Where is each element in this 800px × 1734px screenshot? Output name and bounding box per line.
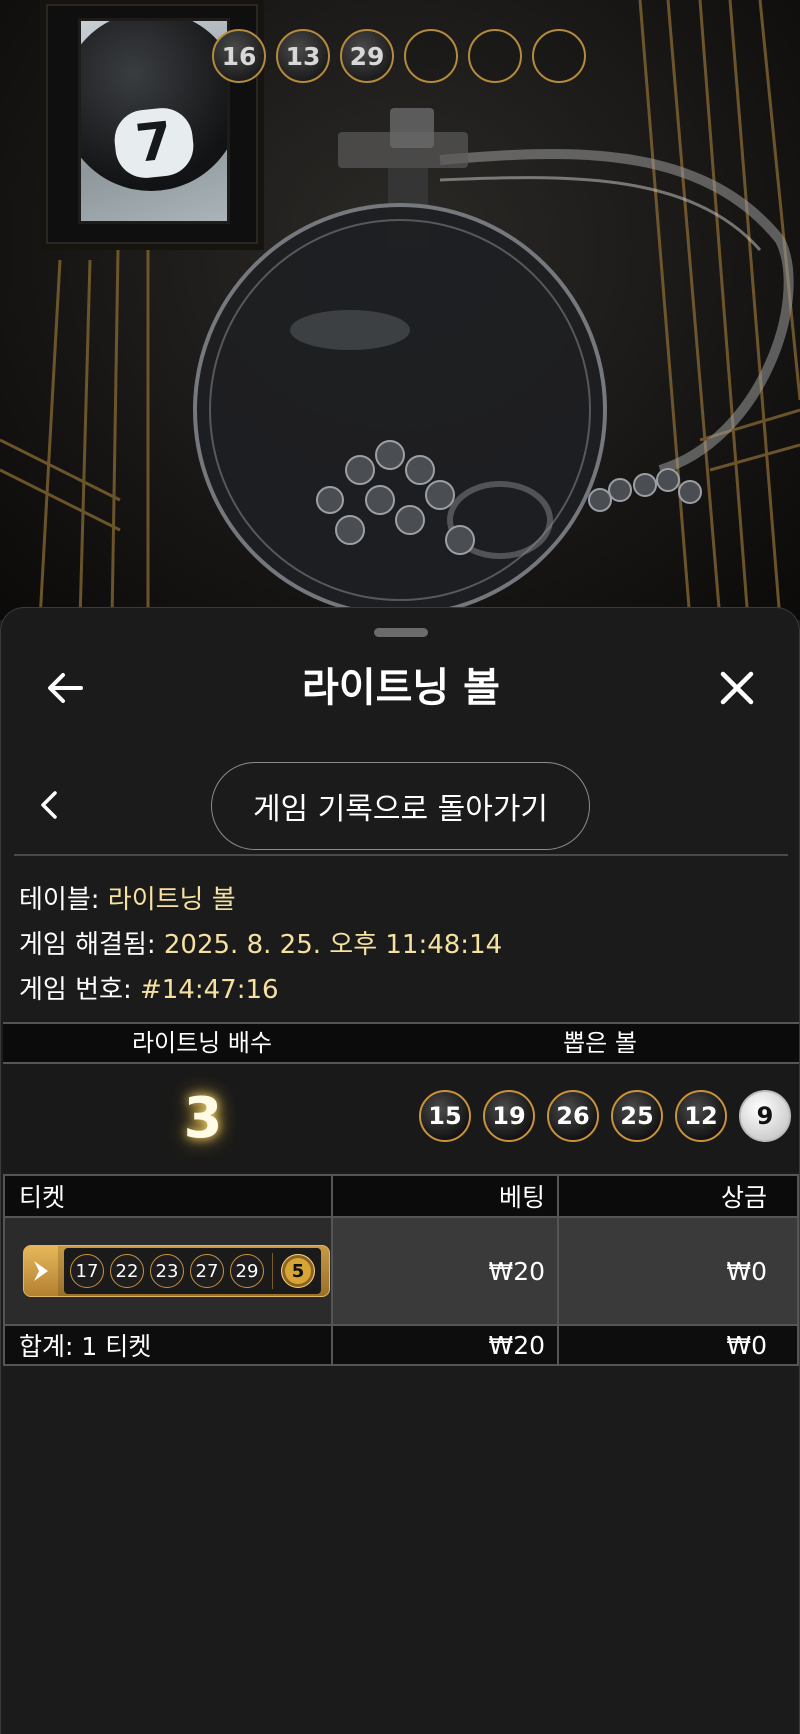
- lightning-logo-icon: [24, 1246, 58, 1296]
- info-table-label: 테이블:: [19, 885, 100, 915]
- live-video-stage: 7 16 13 29: [0, 0, 800, 620]
- ticket-bonus-ball: 5: [281, 1254, 315, 1288]
- multiplier-header: 라이트닝 배수: [131, 1029, 273, 1057]
- tickets-header-row: 티켓 베팅 상금: [3, 1174, 799, 1218]
- info-resolved-value: 2025. 8. 25. 오후 11:48:14: [163, 930, 503, 960]
- ticket-ball: 23: [150, 1254, 184, 1288]
- sheet-grab-handle[interactable]: [374, 628, 428, 637]
- tickets-total-row: 합계: 1 티켓 ₩20 ₩0: [3, 1324, 799, 1366]
- drawn-ball-empty: [468, 29, 522, 83]
- ticket-win: ₩0: [557, 1216, 799, 1326]
- ticket-ball: 29: [230, 1254, 264, 1288]
- drawn-ball: 29: [340, 29, 394, 83]
- info-table: 테이블: 라이트닝 볼: [19, 879, 236, 916]
- drawn-balls-row: 16 13 29: [212, 29, 586, 83]
- sheet-header: 라이트닝 볼: [1, 648, 800, 728]
- ticket-cell: 17 22 23 27 29 5: [3, 1216, 333, 1326]
- info-resolved-label: 게임 해결됨:: [19, 930, 156, 960]
- info-game-number-label: 게임 번호:: [19, 975, 132, 1005]
- picked-bonus-ball: 9: [739, 1090, 791, 1142]
- picked-ball: 12: [675, 1090, 727, 1142]
- picked-ball: 19: [483, 1090, 535, 1142]
- close-icon[interactable]: [715, 666, 759, 710]
- ticket-divider: [272, 1253, 273, 1289]
- ticket-chip[interactable]: 17 22 23 27 29 5: [23, 1245, 330, 1297]
- picked-ball: 15: [419, 1090, 471, 1142]
- ticket-ball: 22: [110, 1254, 144, 1288]
- win-column-header: 상금: [557, 1174, 799, 1218]
- total-win: ₩0: [557, 1324, 799, 1366]
- drawn-ball-empty: [532, 29, 586, 83]
- bet-column-header: 베팅: [331, 1174, 559, 1218]
- sheet-title: 라이트닝 볼: [302, 665, 500, 711]
- divider: [14, 854, 788, 856]
- picked-ball: 25: [611, 1090, 663, 1142]
- drawn-ball-empty: [404, 29, 458, 83]
- info-resolved: 게임 해결됨: 2025. 8. 25. 오후 11:48:14: [19, 924, 502, 961]
- ticket-bet: ₩20: [331, 1216, 559, 1326]
- picked-ball: 26: [547, 1090, 599, 1142]
- arrow-left-icon[interactable]: [43, 666, 87, 710]
- tickets-table: 티켓 베팅 상금 17 22 23 27 29 5 ₩20 ₩0 합계: 1 티…: [3, 1174, 799, 1366]
- picked-balls-header: 뽑은 볼: [563, 1029, 637, 1057]
- lightning-multiplier: 3: [183, 1086, 223, 1151]
- ticket-numbers: 17 22 23 27 29 5: [64, 1248, 321, 1294]
- total-label: 합계: 1 티켓: [3, 1324, 333, 1366]
- total-bet: ₩20: [331, 1324, 559, 1366]
- chevron-left-icon[interactable]: [37, 785, 61, 825]
- history-nav: 게임 기록으로 돌아가기: [1, 755, 800, 855]
- table-row: 17 22 23 27 29 5 ₩20 ₩0: [3, 1216, 799, 1326]
- result-row: 3 15 19 26 25 12 9: [3, 1064, 799, 1172]
- result-header: 라이트닝 배수 뽑은 볼: [3, 1022, 799, 1064]
- back-to-history-button[interactable]: 게임 기록으로 돌아가기: [211, 762, 590, 850]
- ticket-ball: 17: [70, 1254, 104, 1288]
- ticket-ball: 27: [190, 1254, 224, 1288]
- info-game-number: 게임 번호: #14:47:16: [19, 969, 279, 1006]
- info-game-number-value: #14:47:16: [139, 975, 279, 1005]
- frame-picture: 7: [78, 18, 230, 224]
- game-history-sheet: 라이트닝 볼 게임 기록으로 돌아가기 테이블: 라이트닝 볼 게임 해결됨: …: [0, 607, 800, 1734]
- drawn-ball: 13: [276, 29, 330, 83]
- info-table-value: 라이트닝 볼: [107, 885, 236, 915]
- drawn-ball: 16: [212, 29, 266, 83]
- ticket-column-header: 티켓: [3, 1174, 333, 1218]
- picked-balls: 15 19 26 25 12 9: [419, 1090, 791, 1142]
